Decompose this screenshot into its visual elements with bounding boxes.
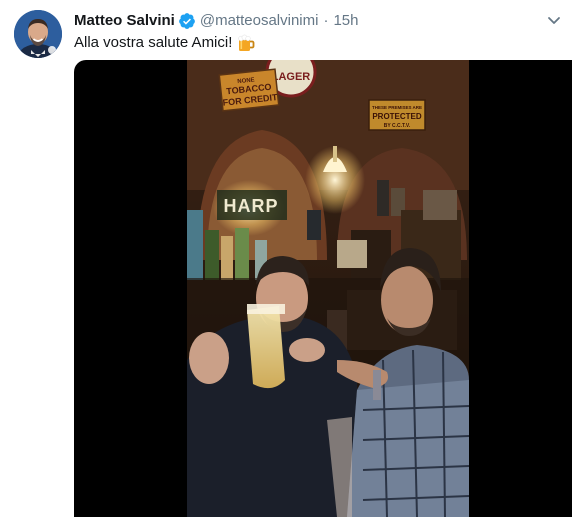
beer-mug-emoji-icon [237, 34, 255, 52]
separator-dot: · [323, 12, 329, 29]
cctv-sign-line1: THESE PREMISES ARE [372, 105, 422, 110]
tweet-text: Alla vostra salute Amici! [74, 33, 255, 53]
cctv-sign-line3: BY C.C.T.V. [384, 123, 411, 129]
author-name[interactable]: Matteo Salvini [74, 11, 175, 31]
tweet-header: Matteo Salvini @matteosalvinimi · 15h [74, 10, 552, 32]
video-player[interactable]: LAGER NONE TOBACCO FOR CREDIT THESE PREM… [74, 60, 572, 517]
author-avatar[interactable] [14, 10, 62, 58]
video-still: LAGER NONE TOBACCO FOR CREDIT THESE PREM… [187, 60, 469, 517]
cctv-sign: THESE PREMISES ARE PROTECTED BY C.C.T.V. [368, 99, 426, 131]
tweet[interactable]: Matteo Salvini @matteosalvinimi · 15h Al… [0, 0, 572, 517]
author-handle[interactable]: @matteosalvinimi [200, 11, 319, 31]
verified-badge-icon [178, 12, 196, 30]
tweet-text-content: Alla vostra salute Amici! [74, 34, 233, 51]
chevron-down-icon[interactable] [546, 14, 562, 26]
video-frame[interactable]: LAGER NONE TOBACCO FOR CREDIT THESE PREM… [187, 60, 469, 517]
tobacco-credit-sign: NONE TOBACCO FOR CREDIT [218, 68, 280, 112]
tweet-timestamp[interactable]: 15h [333, 11, 358, 31]
harp-sign: HARP [223, 196, 278, 216]
cctv-sign-line2: PROTECTED [372, 112, 422, 121]
avatar-photo [14, 10, 62, 58]
lager-sign: LAGER [272, 71, 311, 83]
